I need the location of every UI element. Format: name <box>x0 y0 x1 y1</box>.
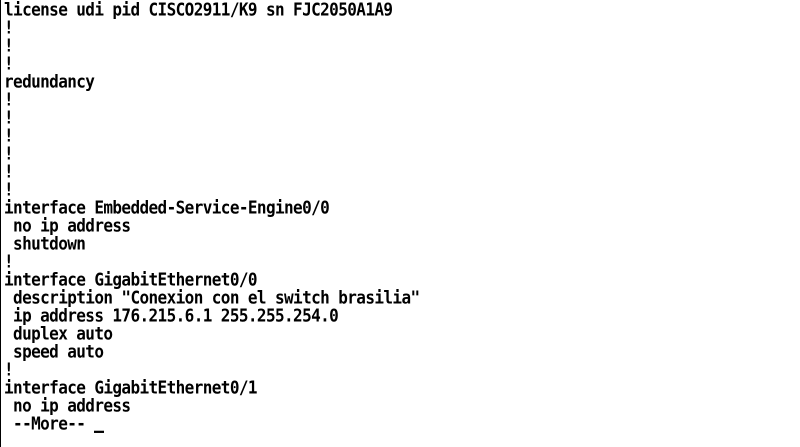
more-prompt-line[interactable]: --More-- <box>4 413 800 434</box>
terminal-output: license udi pid CISCO2911/K9 sn FJC2050A… <box>1 0 800 434</box>
more-prompt[interactable]: --More-- <box>4 413 94 434</box>
text-cursor <box>94 430 105 433</box>
terminal-window[interactable]: license udi pid CISCO2911/K9 sn FJC2050A… <box>0 0 800 447</box>
